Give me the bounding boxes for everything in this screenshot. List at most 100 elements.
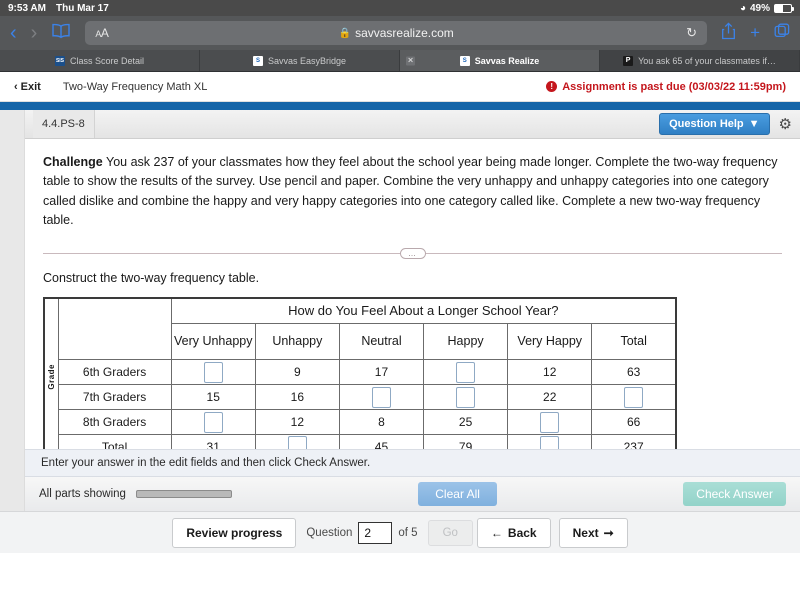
go-button[interactable]: Go: [427, 519, 473, 546]
cell-6th-happy[interactable]: [423, 359, 509, 385]
cell-7th-unhappy: 16: [254, 384, 340, 410]
cell-6th-total: 63: [591, 359, 677, 385]
share-icon[interactable]: [721, 21, 736, 45]
cell-8th-unhappy: 12: [254, 409, 340, 435]
gear-icon[interactable]: ⚙: [779, 115, 792, 133]
browser-tab-class-score-detail[interactable]: SIS Class Score Detail: [0, 50, 200, 71]
exit-label: Exit: [20, 80, 41, 93]
cell-7th-happy[interactable]: [423, 384, 509, 410]
browser-toolbar: ‹ › AA 🔒 savvasrealize.com ↻ +: [0, 16, 800, 50]
column-header-unhappy: Unhappy: [254, 323, 340, 360]
construct-instruction: Construct the two-way frequency table.: [43, 270, 260, 285]
question-count-label: of 5: [398, 526, 418, 539]
cell-6th-very-happy: 12: [507, 359, 593, 385]
answer-input-box[interactable]: [456, 361, 476, 383]
answer-input-box[interactable]: [456, 386, 476, 408]
browser-tab-savvas-easybridge[interactable]: S Savvas EasyBridge: [200, 50, 400, 71]
cell-8th-very-happy[interactable]: [507, 409, 593, 435]
browser-tab-savvas-realize[interactable]: ✕ S Savvas Realize: [400, 50, 600, 71]
two-way-frequency-table: Grade How do You Feel About a Longer Sch…: [43, 296, 677, 449]
grade-axis-label: Grade: [43, 297, 59, 449]
table-row: 8th Graders 12 8 25 66: [44, 409, 677, 435]
url-text: savvasrealize.com: [355, 26, 454, 40]
question-number-input[interactable]: [358, 521, 393, 544]
divider-handle[interactable]: …: [399, 247, 426, 259]
column-header-very-happy: Very Happy: [507, 323, 593, 360]
lock-icon: 🔒: [338, 27, 352, 39]
cell-6th-very-unhappy[interactable]: [170, 359, 256, 385]
review-progress-button[interactable]: Review progress: [172, 517, 297, 548]
url-display: 🔒 savvasrealize.com: [85, 26, 707, 40]
column-header-very-unhappy: Very Unhappy: [170, 323, 256, 360]
next-label: Next: [572, 525, 599, 540]
cell-total-neutral: 45: [338, 434, 425, 449]
row-label-7th-graders: 7th Graders: [57, 384, 172, 410]
instruction-strip: Enter your answer in the edit fields and…: [25, 449, 800, 477]
battery-icon: [774, 3, 794, 13]
ios-status-bar: 9:53 AM Thu Mar 17 ◕ 49%: [0, 0, 800, 16]
chevron-right-icon[interactable]: ›: [31, 23, 38, 43]
answer-input-box[interactable]: [540, 411, 560, 433]
cell-total-unhappy[interactable]: [254, 434, 340, 449]
chevron-left-icon: ‹: [14, 80, 18, 93]
back-label: Back: [507, 525, 537, 540]
frequency-table-wrapper: Grade How do You Feel About a Longer Sch…: [43, 296, 782, 449]
question-prompt-text: You ask 237 of your classmates how they …: [43, 155, 778, 228]
cell-8th-happy: 25: [423, 409, 509, 435]
challenge-label: Challenge: [43, 155, 103, 169]
cell-6th-neutral: 17: [338, 359, 425, 385]
cell-7th-total[interactable]: [591, 384, 677, 410]
arrow-right-icon: ➞: [603, 525, 614, 540]
tabs-icon[interactable]: [774, 23, 790, 44]
browser-tab-classmates-question[interactable]: P You ask 65 of your classmates if…: [600, 50, 800, 71]
answer-input-box[interactable]: [624, 386, 644, 408]
cell-total-very-happy[interactable]: [507, 434, 593, 449]
assignment-header: ‹ Exit Two-Way Frequency Math XL ! Assig…: [0, 72, 800, 102]
answer-input-box[interactable]: [287, 436, 307, 449]
answer-input-box[interactable]: [540, 436, 560, 449]
question-panel: Challenge You ask 237 of your classmates…: [25, 139, 800, 449]
parts-progress-bar[interactable]: [135, 490, 232, 498]
question-number-label: Question: [306, 526, 353, 539]
question-prompt: Challenge You ask 237 of your classmates…: [43, 153, 782, 231]
answer-input-box[interactable]: [203, 411, 223, 433]
table-corner-cell: [57, 297, 172, 360]
browser-tab-label: Savvas Realize: [474, 55, 540, 66]
browser-tab-label: Savvas EasyBridge: [267, 55, 347, 66]
cell-total-happy: 79: [423, 434, 509, 449]
column-header-total: Total: [591, 323, 677, 360]
plus-icon[interactable]: +: [750, 23, 760, 43]
browser-tab-strip: SIS Class Score Detail S Savvas EasyBrid…: [0, 50, 800, 72]
exit-button[interactable]: ‹ Exit: [14, 81, 41, 93]
cell-6th-unhappy: 9: [254, 359, 340, 385]
question-navigator: Question of 5: [300, 521, 423, 544]
answer-input-box[interactable]: [203, 361, 223, 383]
answer-input-box[interactable]: [371, 386, 391, 408]
browser-tab-label: You ask 65 of your classmates if…: [638, 55, 776, 66]
status-bar-left: 9:53 AM Thu Mar 17: [8, 3, 109, 14]
table-super-header: How do You Feel About a Longer School Ye…: [170, 297, 677, 324]
arrow-left-icon: ←: [490, 525, 503, 540]
close-icon[interactable]: ✕: [406, 56, 415, 65]
book-icon[interactable]: [51, 23, 71, 44]
next-button[interactable]: Next ➞: [558, 517, 628, 548]
savvas-favicon-icon: S: [252, 55, 263, 66]
parts-showing-label: All parts showing: [39, 488, 126, 500]
content-shell: 4.4.PS-8 Question Help ▼ ⚙ Challenge You…: [0, 110, 800, 511]
column-header-neutral: Neutral: [338, 323, 425, 360]
chevron-left-icon[interactable]: ‹: [10, 23, 17, 43]
savvas-favicon-icon: S: [459, 55, 470, 66]
cell-8th-very-unhappy[interactable]: [170, 409, 256, 435]
table-row: Total 31 45 79 237: [44, 434, 677, 449]
clear-all-button[interactable]: Clear All: [418, 482, 497, 506]
question-help-button[interactable]: Question Help ▼: [659, 113, 770, 135]
cell-7th-neutral[interactable]: [338, 384, 425, 410]
column-header-happy: Happy: [423, 323, 509, 360]
battery-percent-label: 49%: [749, 2, 770, 14]
check-answer-button[interactable]: Check Answer: [683, 482, 786, 506]
url-bar[interactable]: AA 🔒 savvasrealize.com ↻: [85, 21, 708, 45]
back-button[interactable]: ← Back: [476, 517, 551, 548]
past-due-status: ! Assignment is past due (03/03/22 11:59…: [546, 81, 786, 93]
bottom-navigation-bar: Review progress Question of 5 Go ← Back …: [0, 511, 800, 553]
reload-icon[interactable]: ↻: [686, 25, 697, 41]
